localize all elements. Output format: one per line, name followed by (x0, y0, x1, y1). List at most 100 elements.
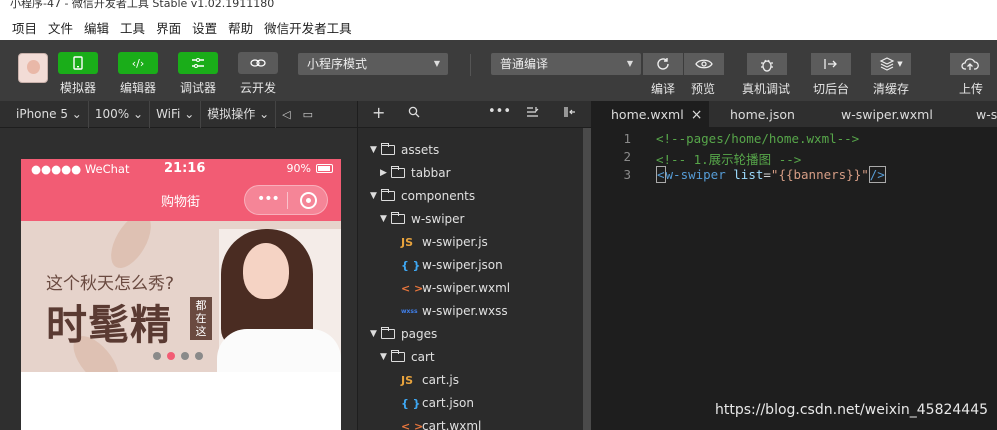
tree-file[interactable]: < > w-swiper.wxml (401, 278, 510, 298)
simulator-bar: iPhone 5 ⌄ 100% ⌄ WiFi ⌄ 模拟操作 ⌄ ◁ ▭ (0, 100, 357, 128)
eye-icon (695, 59, 713, 69)
tab-w-s[interactable]: w-s (966, 101, 997, 127)
chevron-down-icon[interactable]: ▼ (370, 329, 381, 339)
chevron-right-icon[interactable]: ▶ (380, 168, 391, 178)
menu-settings[interactable]: 设置 (192, 18, 217, 37)
code-line: <w-swiper list="{{banners}}"/> (656, 166, 886, 183)
code-editor[interactable]: 1 <!--pages/home/home.wxml--> 2 <!-- 1.展… (591, 128, 997, 430)
chevron-down-icon: ⌄ (184, 106, 195, 121)
layers-icon (879, 57, 895, 71)
phone-screen: ●●●●● WeChat 21:16 90% 购物街 ••• 这个秋天怎么秀? … (21, 159, 341, 430)
code-line: <!-- 1.展示轮播图 --> (656, 152, 802, 167)
divider (470, 54, 471, 76)
tree-item-label: assets (401, 143, 440, 157)
add-icon[interactable]: + (372, 103, 385, 122)
tree-item-label: w-swiper.json (422, 258, 503, 272)
tree-folder[interactable]: ▼ pages (370, 324, 437, 344)
tree-item-label: cart.json (422, 396, 474, 410)
chevron-down-icon: ▼ (626, 59, 633, 68)
close-icon[interactable]: × (691, 107, 703, 123)
phone-icon (58, 52, 98, 74)
chevron-down-icon[interactable]: ▼ (380, 352, 391, 362)
tab-w-swiper-wxml[interactable]: w-swiper.wxml (821, 101, 965, 127)
close-mini-program-icon[interactable] (300, 192, 317, 209)
cloud-button[interactable]: 云开发 (238, 52, 278, 96)
more-icon[interactable]: ••• (257, 191, 280, 207)
tree-item-label: w-swiper.js (422, 235, 488, 249)
remote-debug-button[interactable] (747, 53, 787, 75)
sort-icon[interactable] (526, 106, 539, 121)
preview-label: 预览 (691, 82, 716, 96)
js-file-icon: JS (401, 373, 414, 387)
compile-button[interactable] (643, 53, 683, 75)
tree-item-label: cart.wxml (422, 419, 482, 430)
menu-edit[interactable]: 编辑 (84, 18, 109, 37)
battery-icon (316, 164, 333, 173)
chevron-down-icon: ▼ (897, 60, 903, 68)
tree-folder[interactable]: ▼ components (370, 186, 475, 206)
zoom-select[interactable]: 100% ⌄ (89, 100, 151, 128)
chevron-down-icon[interactable]: ▼ (370, 191, 381, 201)
tree-item-label: cart (411, 350, 435, 364)
mode-select[interactable]: 小程序模式 ▼ (298, 53, 448, 75)
tab-label: w-swiper.wxml (841, 107, 933, 122)
chevron-down-icon[interactable]: ▼ (370, 145, 381, 155)
collapse-panel-icon[interactable] (563, 106, 576, 122)
tree-folder[interactable]: ▼ w-swiper (380, 209, 464, 229)
banner-photo-face (243, 243, 289, 299)
simulator-button[interactable]: 模拟器 (58, 52, 98, 96)
menu-file[interactable]: 文件 (48, 18, 73, 37)
scrollbar[interactable] (583, 128, 591, 430)
folder-icon (391, 166, 405, 178)
tree-file[interactable]: wxss w-swiper.wxss (401, 301, 508, 321)
swiper-dot[interactable] (195, 352, 203, 360)
menu-wechat-devtools[interactable]: 微信开发者工具 (264, 18, 352, 37)
tab-label: w-s (976, 107, 997, 122)
window-icon[interactable]: ▭ (297, 108, 319, 121)
debugger-button[interactable]: 调试器 (178, 52, 218, 96)
tree-folder[interactable]: ▶ tabbar (380, 163, 451, 183)
compile-label: 编译 (651, 82, 676, 96)
tab-home-json[interactable]: home.json (710, 101, 820, 127)
swiper-banner[interactable]: 这个秋天怎么秀? 时髦精 都 在 这 (21, 221, 341, 372)
volume-icon[interactable]: ◁ (276, 108, 296, 121)
ops-select[interactable]: 模拟操作 ⌄ (201, 100, 277, 128)
tree-file[interactable]: < > cart.wxml (401, 416, 481, 430)
line-number: 3 (623, 167, 631, 182)
preview-button[interactable] (684, 53, 724, 75)
network-select[interactable]: WiFi ⌄ (150, 100, 202, 128)
menu-project[interactable]: 项目 (12, 18, 37, 37)
menu-help[interactable]: 帮助 (228, 18, 253, 37)
background-button[interactable] (811, 53, 851, 75)
chevron-down-icon[interactable]: ▼ (380, 214, 391, 224)
clear-cache-button[interactable]: ▼ (871, 53, 911, 75)
upload-button[interactable] (950, 53, 990, 75)
tree-file[interactable]: JS cart.js (401, 370, 459, 390)
clock: 21:16 (164, 161, 206, 176)
device-select[interactable]: iPhone 5 ⌄ (0, 100, 89, 128)
tree-item-label: w-swiper (411, 212, 465, 226)
tree-file[interactable]: JS w-swiper.js (401, 232, 488, 252)
swiper-dot[interactable] (153, 352, 161, 360)
simulator-area: ●●●●● WeChat 21:16 90% 购物街 ••• 这个秋天怎么秀? … (0, 128, 357, 430)
avatar[interactable] (18, 53, 48, 83)
swiper-indicators (153, 352, 209, 360)
editor-button[interactable]: ‹/› 编辑器 (118, 52, 158, 96)
tree-folder[interactable]: ▼ assets (370, 140, 439, 160)
tab-home-wxml[interactable]: home.wxml × (591, 101, 709, 127)
compile-mode-select[interactable]: 普通编译 ▼ (491, 53, 641, 75)
menu-tools[interactable]: 工具 (120, 18, 145, 37)
tree-file[interactable]: { } cart.json (401, 393, 474, 413)
js-file-icon: JS (401, 235, 414, 249)
banner-stamp: 都 在 这 (190, 297, 212, 340)
menu-view[interactable]: 界面 (156, 18, 181, 37)
search-icon[interactable] (408, 106, 420, 122)
tree-folder[interactable]: ▼ cart (380, 347, 435, 367)
capsule-menu[interactable]: ••• (244, 185, 328, 215)
swiper-dot[interactable] (167, 352, 175, 360)
more-icon[interactable]: ••• (488, 104, 511, 119)
cloud-link-icon (238, 52, 278, 74)
tree-file[interactable]: { } w-swiper.json (401, 255, 503, 275)
folder-icon (381, 327, 395, 339)
swiper-dot[interactable] (181, 352, 189, 360)
